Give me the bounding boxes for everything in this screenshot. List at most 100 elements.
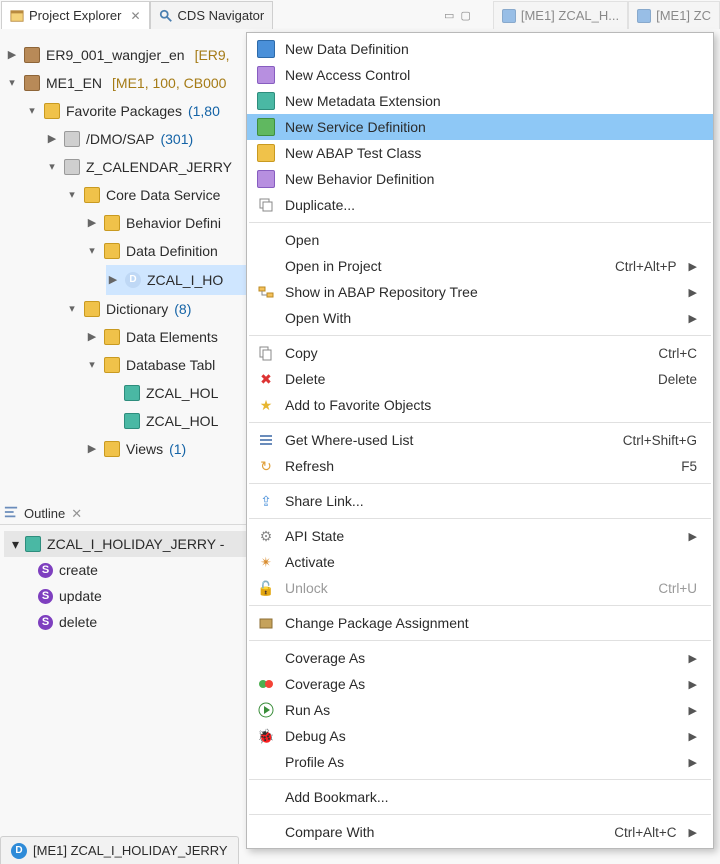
chevron-down-icon[interactable]: ▾ [86,237,98,265]
menu-label: Unlock [285,580,658,596]
menu-activate[interactable]: ✴ Activate [247,549,713,575]
menu-where-used[interactable]: Get Where-used List Ctrl+Shift+G [247,427,713,453]
gear-icon: ⚙ [257,527,275,545]
view-minmax-controls: ▭ ▢ [444,9,481,22]
spacer-icon [257,788,275,806]
menu-label: New Service Definition [285,119,697,135]
menu-change-package[interactable]: Change Package Assignment [247,610,713,636]
tree-label: Views [126,435,163,463]
close-icon[interactable]: ✕ [130,9,140,23]
maximize-icon[interactable]: ▢ [460,9,470,22]
editor-tab-zcal-holiday[interactable]: D [ME1] ZCAL_I_HOLIDAY_JERRY [0,836,239,864]
menu-delete[interactable]: ✖ Delete Delete [247,366,713,392]
menu-label: Activate [285,554,697,570]
tab-label: [ME1] ZC [656,8,711,23]
menu-shortcut: F5 [681,459,697,474]
package-icon [64,159,80,175]
menu-add-to-favorites[interactable]: ★ Add to Favorite Objects [247,392,713,418]
tab-label: CDS Navigator [178,8,265,23]
tree-label: ZCAL_I_HO [147,266,223,294]
menu-open-with[interactable]: Open With ▶ [247,305,713,331]
menu-separator [249,814,711,815]
minimize-icon[interactable]: ▭ [444,9,454,22]
menu-refresh[interactable]: ↻ Refresh F5 [247,453,713,479]
chevron-right-icon[interactable]: ▶ [46,125,58,153]
menu-coverage-as-1[interactable]: Coverage As ▶ [247,645,713,671]
menu-separator [249,640,711,641]
tab-project-explorer[interactable]: Project Explorer ✕ [1,1,150,29]
chevron-down-icon[interactable]: ▾ [6,69,18,97]
chevron-right-icon[interactable]: ▶ [86,435,98,463]
standard-op-icon: S [38,589,53,604]
folder-icon [104,215,120,231]
menu-separator [249,422,711,423]
spacer-icon [257,649,275,667]
menu-open[interactable]: Open [247,227,713,253]
menu-separator [249,483,711,484]
menu-run-as[interactable]: Run As ▶ [247,697,713,723]
menu-copy[interactable]: Copy Ctrl+C [247,340,713,366]
spacer-icon [257,823,275,841]
menu-new-access-control[interactable]: New Access Control [247,62,713,88]
menu-show-in-repo-tree[interactable]: Show in ABAP Repository Tree ▶ [247,279,713,305]
menu-label: Show in ABAP Repository Tree [285,284,677,300]
folder-icon [104,243,120,259]
menu-duplicate[interactable]: Duplicate... [247,192,713,218]
submenu-arrow-icon: ▶ [689,730,697,743]
submenu-arrow-icon: ▶ [689,652,697,665]
menu-api-state[interactable]: ⚙ API State ▶ [247,523,713,549]
chevron-down-icon[interactable]: ▾ [86,351,98,379]
outline-root-label: ZCAL_I_HOLIDAY_JERRY - [47,536,224,552]
table-icon [124,413,140,429]
chevron-down-icon[interactable]: ▾ [66,181,78,209]
chevron-down-icon[interactable]: ▾ [46,153,58,181]
chevron-down-icon[interactable]: ▾ [12,536,19,553]
menu-new-abap-test-class[interactable]: New ABAP Test Class [247,140,713,166]
tree-label: Core Data Service [106,181,220,209]
delete-icon: ✖ [257,370,275,388]
menu-open-in-project[interactable]: Open in Project Ctrl+Alt+P ▶ [247,253,713,279]
menu-new-data-definition[interactable]: New Data Definition [247,36,713,62]
menu-new-metadata-extension[interactable]: New Metadata Extension [247,88,713,114]
menu-shortcut: Ctrl+U [658,581,697,596]
tab-label: Project Explorer [29,8,121,23]
folder-icon [104,329,120,345]
menu-shortcut: Ctrl+Alt+P [615,259,677,274]
submenu-arrow-icon: ▶ [689,678,697,691]
chevron-down-icon[interactable]: ▾ [26,97,38,125]
abap-project-icon [24,47,40,63]
debug-icon: 🐞 [257,727,275,745]
chevron-right-icon[interactable]: ▶ [86,323,98,351]
tree-label: ZCAL_HOL [146,379,218,407]
menu-add-bookmark[interactable]: Add Bookmark... [247,784,713,810]
menu-debug-as[interactable]: 🐞 Debug As ▶ [247,723,713,749]
menu-label: Add to Favorite Objects [285,397,697,413]
chevron-right-icon[interactable]: ▶ [86,209,98,237]
tab-label: [ME1] ZCAL_H... [521,8,619,23]
folder-icon [84,301,100,317]
tab-editor-a[interactable]: [ME1] ZCAL_H... [493,1,628,29]
editor-tab-label: [ME1] ZCAL_I_HOLIDAY_JERRY [33,843,228,858]
close-icon[interactable]: ✕ [71,506,82,522]
tab-editor-b[interactable]: [ME1] ZC [628,1,720,29]
menu-label: Delete [285,371,658,387]
star-icon: ★ [257,396,275,414]
spacer-icon [257,231,275,249]
menu-compare-with[interactable]: Compare With Ctrl+Alt+C ▶ [247,819,713,845]
tree-label: ER9_001_wangjer_en [46,41,185,69]
chevron-down-icon[interactable]: ▾ [66,295,78,323]
menu-profile-as[interactable]: Profile As ▶ [247,749,713,775]
menu-share-link[interactable]: ⇪ Share Link... [247,488,713,514]
menu-coverage-as-2[interactable]: Coverage As ▶ [247,671,713,697]
menu-label: Debug As [285,728,677,744]
menu-new-behavior-definition[interactable]: New Behavior Definition [247,166,713,192]
tree-label: Behavior Defini [126,209,221,237]
duplicate-icon [257,196,275,214]
tab-cds-navigator[interactable]: CDS Navigator [150,1,274,29]
tree-label: Favorite Packages [66,97,182,125]
menu-new-service-definition[interactable]: New Service Definition [247,114,713,140]
chevron-right-icon[interactable]: ▶ [6,41,18,69]
chevron-right-icon[interactable]: ▶ [107,266,119,294]
run-icon [257,701,275,719]
tree-label: Z_CALENDAR_JERRY [86,153,232,181]
